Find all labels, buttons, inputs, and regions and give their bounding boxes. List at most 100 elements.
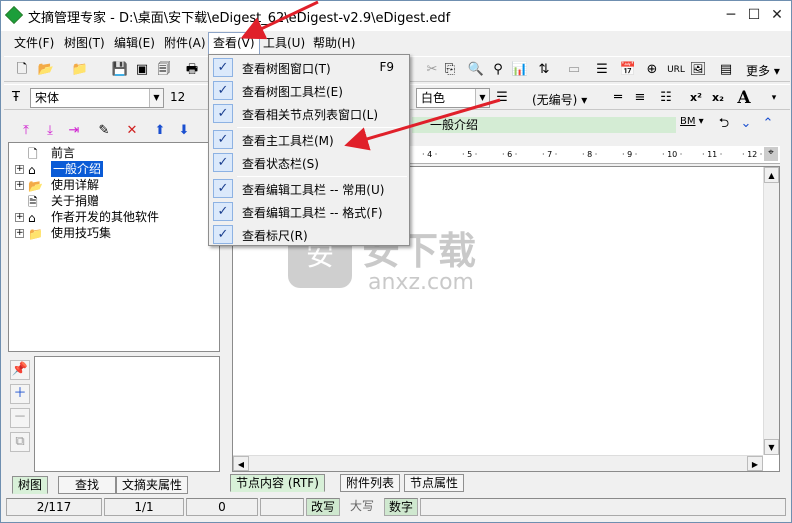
- expand-icon[interactable]: +: [15, 213, 24, 222]
- view-menu-item-related-list[interactable]: ✓ 查看相关节点列表窗口(L): [211, 102, 408, 125]
- subscript-button[interactable]: x₂: [708, 88, 728, 108]
- bookmark-button[interactable]: BM ▾: [680, 116, 704, 127]
- copy-icon[interactable]: ⎘: [440, 60, 460, 80]
- add-icon[interactable]: ＋: [10, 384, 30, 404]
- view-menu-item-main-toolbar[interactable]: ✓ 查看主工具栏(M): [211, 128, 408, 151]
- pin-icon[interactable]: 📌: [10, 360, 30, 380]
- ruler-tick-label: · 6 ·: [502, 150, 518, 159]
- status-page: 1/1: [104, 498, 184, 516]
- menu-help[interactable]: 帮助(H): [309, 32, 359, 54]
- view-menu: ✓ 查看树图窗口(T) F9 ✓ 查看树图工具栏(E) ✓ 查看相关节点列表窗口…: [208, 54, 410, 246]
- status-extra: [420, 498, 786, 516]
- align-left-icon[interactable]: ☰: [492, 88, 512, 108]
- vertical-scrollbar[interactable]: ▲ ▼: [763, 167, 779, 455]
- export-icon[interactable]: 🗐: [154, 60, 174, 80]
- maximize-button[interactable]: ☐: [743, 4, 765, 26]
- expand-icon[interactable]: +: [15, 229, 24, 238]
- superscript-button[interactable]: x²: [686, 88, 706, 108]
- move-to-top-icon[interactable]: ⤒: [16, 121, 36, 141]
- view-menu-label: 查看标尺(R): [242, 229, 308, 243]
- view-menu-shortcut: F9: [379, 60, 394, 74]
- move-right-icon[interactable]: ⇥: [64, 121, 84, 141]
- chevron-up-icon[interactable]: ⌃: [758, 114, 778, 134]
- scroll-right-icon[interactable]: ▶: [747, 456, 763, 471]
- view-menu-item-tree-toolbar[interactable]: ✓ 查看树图工具栏(E): [211, 79, 408, 102]
- insert-mark-icon[interactable]: ⊕: [642, 60, 662, 80]
- menu-tools[interactable]: 工具(U): [259, 32, 309, 54]
- menu-view[interactable]: 查看(V): [208, 32, 260, 54]
- view-menu-item-edit-toolbar-common[interactable]: ✓ 查看编辑工具栏 -- 常用(U): [211, 177, 408, 200]
- tab-node-content[interactable]: 节点内容 (RTF): [230, 474, 325, 492]
- image-icon[interactable]: 🖼: [688, 60, 708, 80]
- checkmark-icon: ✓: [213, 202, 233, 221]
- scroll-left-icon[interactable]: ◀: [233, 456, 249, 471]
- menu-edit[interactable]: 编辑(E): [110, 32, 159, 54]
- menu-file[interactable]: 文件(F): [10, 32, 58, 54]
- checkmark-icon: ✓: [213, 179, 233, 198]
- open-folder-icon[interactable]: 📂: [36, 60, 56, 80]
- menu-tree[interactable]: 树图(T): [60, 32, 109, 54]
- close-button[interactable]: ✕: [766, 4, 788, 26]
- url-icon[interactable]: URL: [666, 60, 686, 80]
- more-button[interactable]: 更多 ▾: [746, 62, 780, 79]
- move-to-bottom-icon[interactable]: ⤓: [40, 121, 60, 141]
- color-select[interactable]: 白色 ▼: [416, 88, 490, 108]
- status-position: 2/117: [6, 498, 102, 516]
- remove-icon[interactable]: －: [10, 408, 30, 428]
- disabled-tool-icon[interactable]: ▭: [564, 60, 584, 80]
- arrow-up-icon[interactable]: ⬆: [150, 121, 170, 141]
- list-icon[interactable]: ☰: [592, 60, 612, 80]
- view-menu-item-tree-window[interactable]: ✓ 查看树图窗口(T) F9: [211, 56, 408, 79]
- toolbar-overflow-icon[interactable]: ▾: [764, 88, 784, 108]
- expand-icon[interactable]: +: [15, 165, 24, 174]
- chevron-down-icon: ▼: [475, 89, 489, 107]
- line-spacing-icon[interactable]: ═: [608, 88, 628, 108]
- new-file-icon[interactable]: 🗋: [12, 60, 32, 80]
- save-all-icon[interactable]: ▣: [132, 60, 152, 80]
- font-size-up-button[interactable]: A: [734, 88, 754, 108]
- numbering-select[interactable]: (无编号) ▾: [532, 91, 587, 108]
- chart-icon[interactable]: 📊: [510, 60, 530, 80]
- indent-icon[interactable]: ≡: [630, 88, 650, 108]
- node-title-bar: 一般介绍: [412, 117, 676, 133]
- scroll-up-icon[interactable]: ▲: [764, 167, 779, 183]
- open-recent-icon[interactable]: 📁: [70, 60, 90, 80]
- text-tool-icon[interactable]: ▤: [716, 60, 736, 80]
- font-size-select[interactable]: 12: [166, 88, 200, 108]
- save-icon[interactable]: 💾: [110, 60, 130, 80]
- tab-attachment-list[interactable]: 附件列表: [340, 474, 401, 492]
- menu-attachment[interactable]: 附件(A): [160, 32, 210, 54]
- horizontal-scrollbar[interactable]: ◀ ▶: [233, 455, 763, 471]
- print-icon[interactable]: 🖶: [182, 60, 202, 80]
- chevron-down-icon[interactable]: ⌄: [736, 114, 756, 134]
- delete-icon[interactable]: ✕: [122, 121, 142, 141]
- scroll-down-icon[interactable]: ▼: [764, 439, 779, 455]
- back-icon[interactable]: ⮌: [714, 114, 734, 134]
- pencil-icon[interactable]: ✎: [94, 121, 114, 141]
- minimize-button[interactable]: ─: [720, 4, 742, 26]
- tab-tree[interactable]: 树图: [12, 476, 49, 494]
- font-size-value: 12: [170, 90, 186, 104]
- calendar-icon[interactable]: 📅: [618, 60, 638, 80]
- view-menu-item-edit-toolbar-format[interactable]: ✓ 查看编辑工具栏 -- 格式(F): [211, 200, 408, 223]
- sort-icon[interactable]: ⇅: [534, 60, 554, 80]
- window-title: 文摘管理专家 - D:\桌面\安下载\eDigest_62\eDigest-v2…: [28, 11, 451, 26]
- related-nodes-list[interactable]: [34, 356, 220, 472]
- tab-search[interactable]: 查找: [58, 476, 116, 494]
- arrow-down-icon[interactable]: ⬇: [174, 121, 194, 141]
- bullets-icon[interactable]: ☷: [656, 88, 676, 108]
- tab-folder-properties[interactable]: 文摘夹属性: [116, 476, 189, 494]
- expand-icon[interactable]: +: [15, 181, 24, 190]
- font-family-select[interactable]: 宋体 ▼: [30, 88, 164, 108]
- find-icon[interactable]: 🔍: [466, 60, 486, 80]
- view-menu-label: 查看树图窗口(T): [242, 62, 331, 76]
- view-menu-item-status-bar[interactable]: ✓ 查看状态栏(S): [211, 151, 408, 174]
- copy-link-icon[interactable]: ⧉: [10, 432, 30, 452]
- ruler-tick-label: · 9 ·: [622, 150, 638, 159]
- tab-node-properties[interactable]: 节点属性: [404, 474, 465, 492]
- ruler-toggle-icon[interactable]: ⌖: [764, 147, 778, 161]
- binoculars-icon[interactable]: ⚲: [488, 60, 508, 80]
- cut-icon[interactable]: ✂: [422, 60, 442, 80]
- view-menu-label: 查看编辑工具栏 -- 格式(F): [242, 206, 383, 220]
- view-menu-item-ruler[interactable]: ✓ 查看标尺(R): [211, 223, 408, 246]
